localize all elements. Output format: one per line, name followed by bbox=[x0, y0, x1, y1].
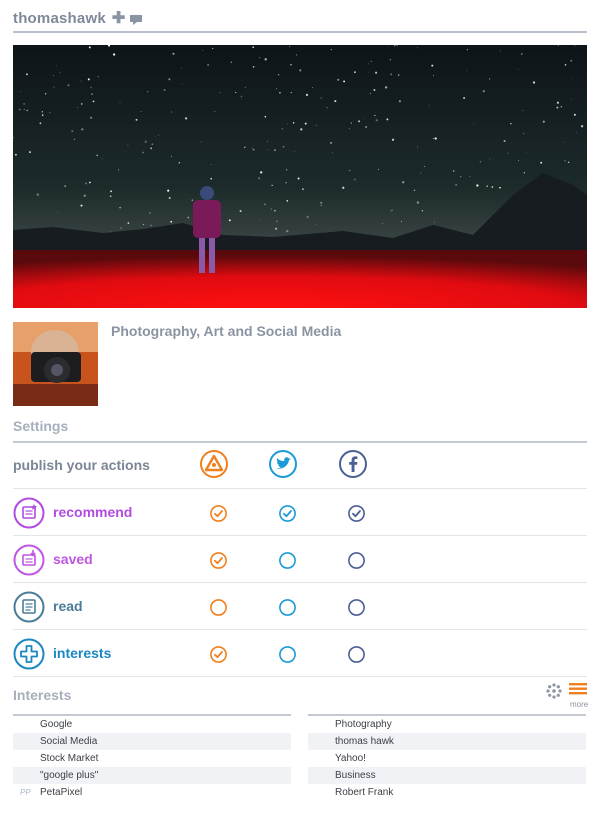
more-link[interactable]: more bbox=[570, 700, 588, 709]
username[interactable]: thomashawk bbox=[13, 10, 106, 27]
unchecked-facebook-read-toggle[interactable] bbox=[348, 599, 365, 616]
profile-header: thomashawk ✚ bbox=[13, 6, 587, 33]
interest-item[interactable]: PP PetaPixel bbox=[13, 784, 291, 801]
interest-item[interactable]: Stock Market bbox=[13, 750, 291, 767]
facebook-f-icon bbox=[338, 449, 368, 479]
checked-app-saved-toggle[interactable] bbox=[210, 552, 227, 569]
list-view-icon[interactable] bbox=[569, 682, 587, 698]
unchecked-facebook-interests-toggle[interactable] bbox=[348, 646, 365, 663]
setting-row-interests: interests bbox=[13, 630, 587, 677]
interest-item[interactable]: Yahoo! bbox=[308, 750, 586, 767]
checked-app-interests-toggle[interactable] bbox=[210, 646, 227, 663]
interests-title: Interests bbox=[13, 687, 72, 703]
interest-label: Yahoo! bbox=[335, 753, 366, 764]
unchecked-facebook-saved-toggle[interactable] bbox=[348, 552, 365, 569]
interest-item[interactable]: "google plus" bbox=[13, 767, 291, 784]
interest-label: "google plus" bbox=[40, 770, 99, 781]
setting-label-saved: saved bbox=[53, 551, 93, 567]
interest-item[interactable]: Social Media bbox=[13, 733, 291, 750]
triangle-logo-icon bbox=[199, 449, 229, 479]
banner-photo[interactable] bbox=[13, 45, 587, 308]
interest-label: Robert Frank bbox=[335, 787, 394, 798]
read-card-icon bbox=[13, 591, 45, 623]
publish-actions-row: publish your actions bbox=[13, 442, 587, 489]
interest-label: Stock Market bbox=[40, 753, 99, 764]
interest-item[interactable]: Google bbox=[13, 716, 291, 733]
checked-twitter-recommend-toggle[interactable] bbox=[279, 505, 296, 522]
unchecked-app-read-toggle[interactable] bbox=[210, 599, 227, 616]
setting-row-saved: saved bbox=[13, 536, 587, 583]
source-badge: PP bbox=[20, 788, 31, 797]
checked-app-recommend-toggle[interactable] bbox=[210, 505, 227, 522]
interest-label: thomas hawk bbox=[335, 736, 394, 747]
publish-actions-label: publish your actions bbox=[13, 457, 150, 473]
interest-item[interactable]: Robert Frank bbox=[308, 784, 586, 801]
setting-row-read: read bbox=[13, 583, 587, 630]
profile-tagline: Photography, Art and Social Media bbox=[111, 323, 342, 339]
speech-bubble-icon[interactable] bbox=[130, 12, 143, 26]
interest-item[interactable]: Photography bbox=[308, 716, 586, 733]
interests-list-left: Google Social Media Stock Market "google pl… bbox=[13, 714, 291, 801]
interest-item[interactable]: thomas hawk bbox=[308, 733, 586, 750]
setting-row-recommend: recommend bbox=[13, 489, 587, 536]
setting-label-recommend: recommend bbox=[53, 504, 133, 520]
setting-label-read: read bbox=[53, 598, 83, 614]
recommend-card-icon bbox=[13, 497, 45, 529]
saved-card-icon bbox=[13, 544, 45, 576]
checked-facebook-recommend-toggle[interactable] bbox=[348, 505, 365, 522]
cloud-view-icon[interactable] bbox=[545, 682, 563, 700]
unchecked-twitter-read-toggle[interactable] bbox=[279, 599, 296, 616]
interests-list-right: Photography thomas hawk Yahoo! Business Robe… bbox=[308, 714, 586, 801]
unchecked-twitter-interests-toggle[interactable] bbox=[279, 646, 296, 663]
unchecked-twitter-saved-toggle[interactable] bbox=[279, 552, 296, 569]
interest-label: Google bbox=[40, 719, 73, 730]
photographer-avatar[interactable] bbox=[13, 322, 98, 406]
follow-plus-icon[interactable]: ✚ bbox=[112, 10, 125, 27]
interest-label: Social Media bbox=[40, 736, 98, 747]
settings-title: Settings bbox=[13, 418, 69, 434]
interest-label: Business bbox=[335, 770, 376, 781]
interest-label: Photography bbox=[335, 719, 392, 730]
interest-label: PetaPixel bbox=[40, 787, 83, 798]
plus-circle-icon bbox=[13, 638, 45, 670]
interest-item[interactable]: Business bbox=[308, 767, 586, 784]
twitter-bird-icon bbox=[268, 449, 298, 479]
setting-label-interests: interests bbox=[53, 645, 112, 661]
